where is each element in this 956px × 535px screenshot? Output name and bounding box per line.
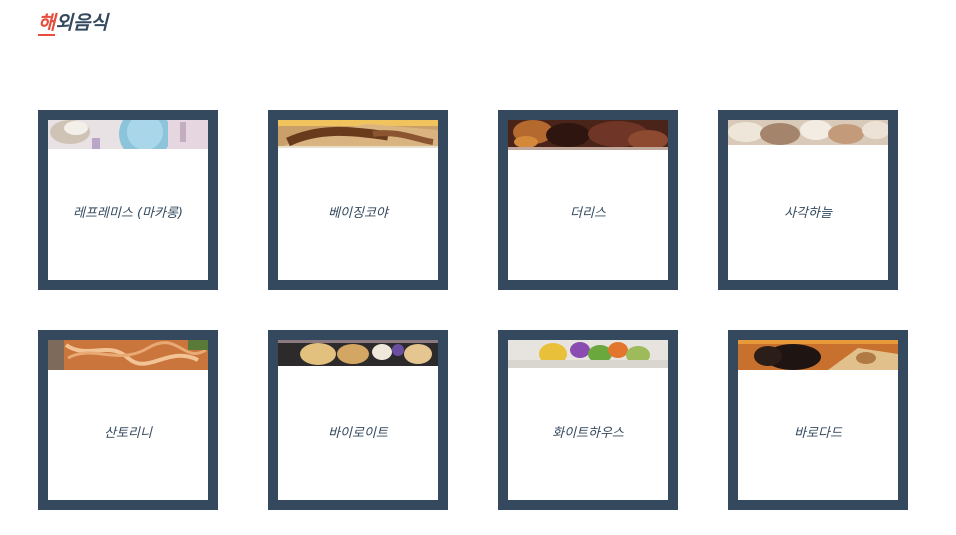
dumplings-photo: [728, 120, 888, 145]
restaurant-card[interactable]: 바이로이트: [268, 330, 448, 510]
restaurant-card[interactable]: 사각하늘: [718, 110, 898, 290]
restaurant-name: 베이징코야: [328, 206, 388, 221]
restaurant-card[interactable]: 화이트하우스: [498, 330, 678, 510]
steak-photo: [508, 120, 668, 150]
flatbread-photo: [738, 340, 898, 370]
fried-dumplings-photo: [278, 340, 438, 366]
page: 해외음식 레프레미스 (마카롱) 베이징코야 더리스 사각하늘 산토리니 바이로…: [0, 0, 956, 535]
restaurant-name: 더리스: [570, 206, 606, 221]
page-title-accent: 해: [38, 12, 56, 36]
pasta-photo: [48, 340, 208, 370]
restaurant-name: 사각하늘: [784, 206, 832, 221]
restaurant-card[interactable]: 베이징코야: [268, 110, 448, 290]
restaurant-name: 바로다드: [794, 426, 842, 441]
restaurant-card[interactable]: 더리스: [498, 110, 678, 290]
restaurant-name: 산토리니: [104, 426, 152, 441]
macarons-photo: [48, 120, 208, 149]
page-title: 해외음식: [38, 8, 108, 36]
salad-photo: [508, 340, 668, 368]
restaurant-name: 화이트하우스: [552, 426, 624, 441]
restaurant-card[interactable]: 바로다드: [728, 330, 908, 510]
restaurant-card[interactable]: 산토리니: [38, 330, 218, 510]
grilled-meat-photo: [278, 120, 438, 148]
restaurant-name: 바이로이트: [328, 426, 388, 441]
page-title-rest: 외음식: [55, 12, 108, 34]
restaurant-name: 레프레미스 (마카롱): [73, 206, 183, 221]
restaurant-card[interactable]: 레프레미스 (마카롱): [38, 110, 218, 290]
